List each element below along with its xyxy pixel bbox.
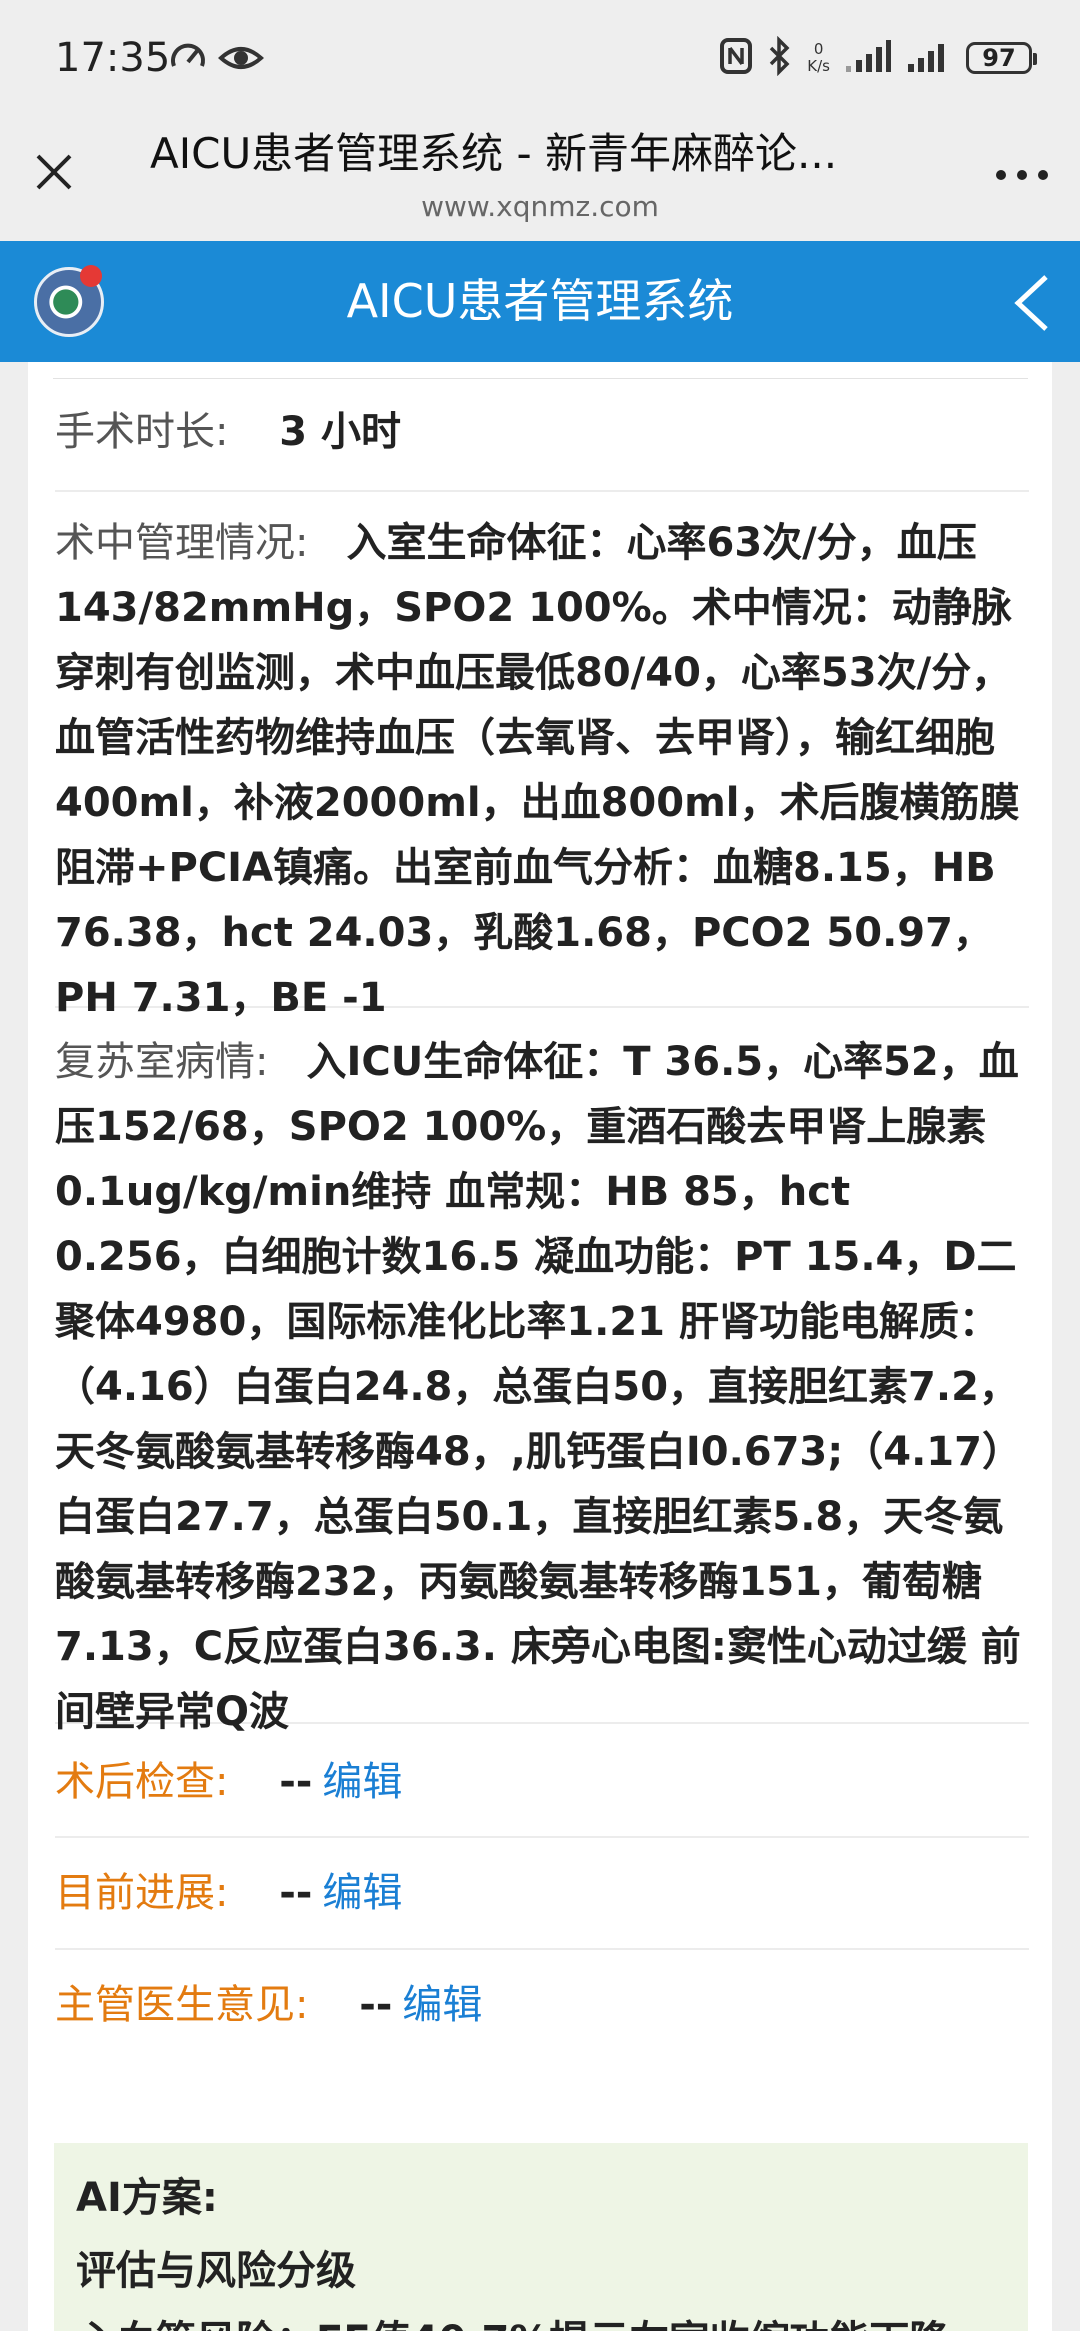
chevron-left-icon bbox=[1014, 275, 1048, 331]
postop-exam-label: 术后检查: bbox=[55, 1759, 229, 1805]
current-progress-row: 目前进展: -- 编辑 bbox=[55, 1838, 1029, 1950]
patient-detail-card: 手术时长: 3 小时 术中管理情况: 入室生命体征：心率63次/分，血压143/8… bbox=[28, 362, 1052, 2331]
current-progress-label: 目前进展: bbox=[55, 1870, 229, 1916]
recovery-condition-label: 复苏室病情: bbox=[55, 1039, 269, 1085]
intraop-management-value: 入室生命体征：心率63次/分，血压143/82mmHg，SPO2 100%。术中… bbox=[55, 520, 1020, 1021]
recovery-condition-row: 复苏室病情: 入ICU生命体征：T 36.5，心率52，血压152/68，SPO2… bbox=[55, 1024, 1029, 1735]
doctor-opinion-label: 主管医生意见: bbox=[55, 1982, 309, 2028]
back-button[interactable] bbox=[1008, 273, 1058, 333]
close-button[interactable] bbox=[30, 148, 78, 196]
net-speed-value: 0 bbox=[813, 40, 824, 58]
intraop-management-row: 术中管理情况: 入室生命体征：心率63次/分，血压143/82mmHg，SPO2 … bbox=[55, 505, 1029, 1021]
app-header: AICU患者管理系统 bbox=[0, 241, 1080, 362]
net-speed: 0 K/s bbox=[807, 41, 830, 75]
status-left-icons bbox=[168, 38, 264, 82]
postop-exam-row: 术后检查: -- 编辑 bbox=[55, 1728, 1029, 1838]
signal-icon bbox=[844, 38, 892, 78]
divider bbox=[53, 378, 1028, 379]
doctor-opinion-value: -- bbox=[359, 1982, 393, 2028]
recovery-condition-value: 入ICU生命体征：T 36.5，心率52，血压152/68，SPO2 100%，… bbox=[55, 1039, 1022, 1735]
browser-title-bar: AICU患者管理系统 - 新青年麻醉论... www.xqnmz.com bbox=[0, 110, 1080, 241]
ai-plan-panel: AI方案: 评估与风险分级 心血管风险：EF值40.7%提示左室收缩功能下降 bbox=[54, 2143, 1028, 2331]
current-progress-edit-link[interactable]: 编辑 bbox=[322, 1870, 402, 1916]
ai-plan-subtitle: 评估与风险分级 bbox=[76, 2248, 356, 2294]
speedometer-icon bbox=[168, 38, 208, 82]
doctor-opinion-edit-link[interactable]: 编辑 bbox=[402, 1982, 482, 2028]
close-icon bbox=[36, 154, 72, 190]
postop-exam-edit-link[interactable]: 编辑 bbox=[322, 1759, 402, 1805]
surgery-duration-row: 手术时长: 3 小时 bbox=[55, 402, 1029, 492]
ai-plan-title: AI方案: bbox=[76, 2175, 218, 2221]
nfc-icon bbox=[719, 36, 753, 80]
signal-icon-2 bbox=[906, 38, 952, 78]
status-time: 17:35 bbox=[55, 35, 171, 81]
surgery-duration-value: 3 小时 bbox=[279, 409, 401, 455]
more-menu-button[interactable] bbox=[994, 160, 1050, 190]
postop-exam-value: -- bbox=[279, 1759, 313, 1805]
surgery-duration-label: 手术时长: bbox=[55, 409, 229, 455]
page-title: AICU患者管理系统 - 新青年麻醉论... bbox=[150, 129, 838, 178]
ai-plan-text: 心血管风险：EF值40.7%提示左室收缩功能下降 bbox=[76, 2308, 949, 2331]
net-speed-unit: K/s bbox=[807, 57, 830, 75]
page-url: www.xqnmz.com bbox=[421, 190, 659, 223]
status-right-icons: 0 K/s 97 bbox=[719, 35, 1037, 80]
current-progress-value: -- bbox=[279, 1870, 313, 1916]
bluetooth-icon bbox=[767, 35, 793, 80]
app-title: AICU患者管理系统 bbox=[346, 274, 734, 328]
doctor-opinion-row: 主管医生意见: -- 编辑 bbox=[55, 1950, 1029, 2060]
eye-icon bbox=[218, 38, 264, 82]
more-icon bbox=[996, 170, 1048, 180]
battery-indicator: 97 bbox=[966, 42, 1037, 74]
intraop-management-label: 术中管理情况: bbox=[55, 520, 309, 566]
status-bar: 17:35 0 K/s 97 bbox=[0, 0, 1080, 110]
